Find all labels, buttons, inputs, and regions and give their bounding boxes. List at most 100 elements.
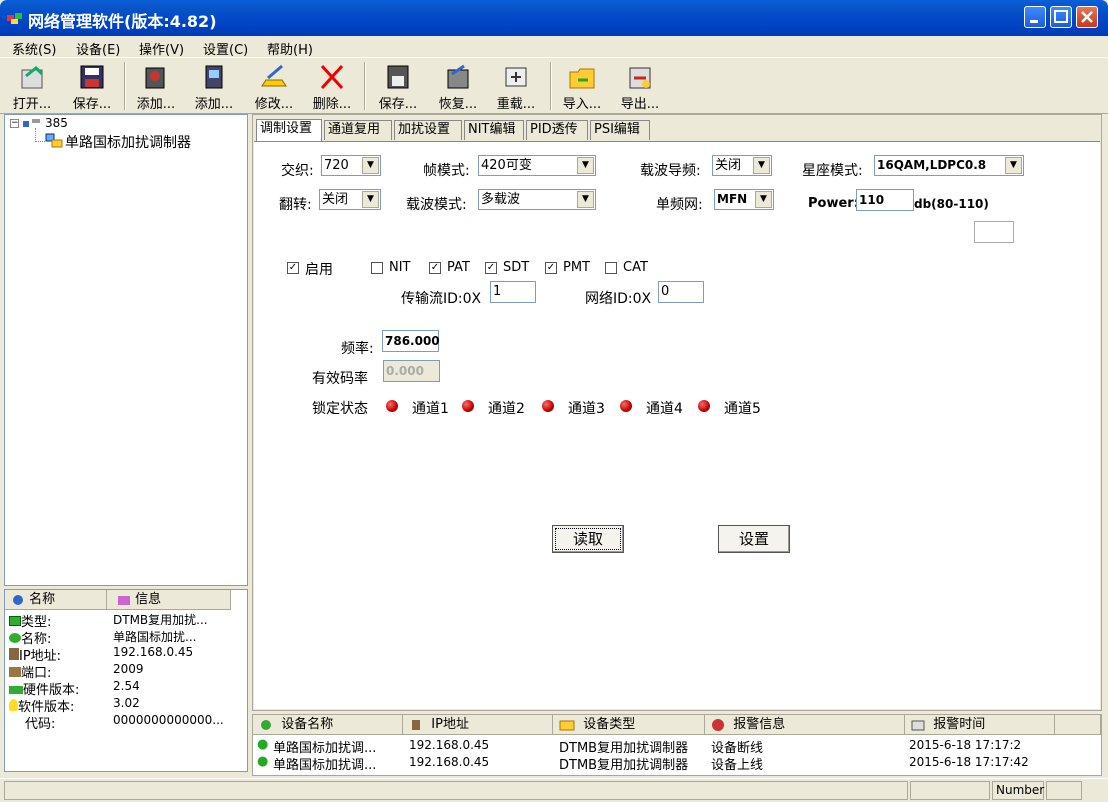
status-extra	[1046, 781, 1082, 800]
alarm-header-type[interactable]: 设备类型	[553, 715, 705, 735]
chevron-down-icon: ▼	[577, 191, 594, 208]
tab-nit[interactable]: NIT编辑	[464, 120, 524, 140]
nit-checkbox[interactable]	[371, 262, 383, 274]
ts-id-label: 传输流ID:0X	[401, 291, 482, 307]
device-add-icon	[145, 67, 165, 89]
alarm-header-message[interactable]: 报警信息	[705, 715, 905, 735]
channel-1-label: 通道1	[412, 401, 449, 417]
cat-checkbox[interactable]	[605, 262, 617, 274]
ts-id-input[interactable]: 1	[490, 281, 536, 303]
channel-4-label: 通道4	[646, 401, 683, 417]
alarm-row[interactable]: ● 单路国标加扰调... 192.168.0.45 DTMB复用加扰调制器 设备…	[253, 754, 1101, 773]
flip-select[interactable]: 关闭 ▼	[319, 189, 381, 210]
add-group-button[interactable]: 添加...	[188, 60, 240, 112]
enable-checkbox[interactable]: ✓	[287, 262, 299, 274]
name-icon	[9, 633, 21, 643]
cat-label: CAT	[623, 260, 648, 275]
sdt-checkbox[interactable]: ✓	[485, 262, 497, 274]
frequency-input[interactable]: 786.000	[382, 330, 440, 352]
tab-pid[interactable]: PID透传	[526, 120, 588, 140]
menu-system[interactable]: 系统(S)	[12, 39, 56, 58]
status-bar: Number	[0, 778, 1108, 802]
modulator-icon	[45, 133, 63, 148]
type-icon	[9, 616, 21, 626]
reload-button[interactable]: 重载...	[490, 60, 542, 112]
pat-checkbox[interactable]: ✓	[429, 262, 441, 274]
lightbulb-icon	[9, 699, 18, 711]
carrier-pilot-label: 载波导频:	[640, 163, 701, 179]
alarm-header-time[interactable]: 报警时间	[905, 715, 1055, 735]
save-file-button[interactable]: 保存...	[66, 60, 118, 112]
tab-multiplex[interactable]: 通道复用	[324, 120, 392, 140]
alarm-row-icon: ●	[257, 754, 269, 769]
open-icon	[21, 65, 44, 89]
tab-psi[interactable]: PSI编辑	[590, 120, 650, 140]
open-button[interactable]: 打开...	[6, 60, 58, 112]
blank-field[interactable]	[974, 221, 1014, 243]
status-blank	[910, 781, 990, 800]
chevron-down-icon: ▼	[753, 157, 770, 174]
alarm-row[interactable]: ● 单路国标加扰调... 192.168.0.45 DTMB复用加扰调制器 设备…	[253, 737, 1101, 756]
tree-collapse-toggle[interactable]: −	[10, 119, 19, 128]
frame-mode-label: 帧模式:	[423, 163, 470, 179]
tab-modulation[interactable]: 调制设置	[256, 119, 322, 141]
edit-icon	[261, 64, 287, 87]
read-button[interactable]: 读取	[552, 525, 624, 553]
pmt-label: PMT	[563, 260, 590, 275]
frame-mode-select[interactable]: 420可变 ▼	[478, 155, 596, 176]
device-save-icon	[387, 65, 409, 89]
menu-device[interactable]: 设备(E)	[76, 39, 120, 58]
menu-settings[interactable]: 设置(C)	[203, 39, 248, 58]
channel-5-led-icon	[698, 400, 710, 412]
alarm-icon	[712, 718, 724, 731]
close-icon	[1081, 11, 1093, 23]
delete-button[interactable]: 删除...	[306, 60, 358, 112]
info-row-hw-version: 硬件版本: 2.54	[9, 679, 140, 698]
carrier-mode-label: 载波模式:	[406, 197, 467, 213]
menu-operation[interactable]: 操作(V)	[139, 39, 184, 58]
pmt-checkbox[interactable]: ✓	[545, 262, 557, 274]
maximize-button[interactable]	[1050, 6, 1072, 28]
import-button[interactable]: 导入...	[556, 60, 608, 112]
tree-root-label[interactable]: 385	[45, 116, 68, 130]
ip-icon	[9, 648, 19, 660]
carrier-pilot-select[interactable]: 关闭 ▼	[712, 155, 772, 176]
modify-button[interactable]: 修改...	[248, 60, 300, 112]
clock-icon	[911, 720, 925, 730]
alarm-header-name[interactable]: 设备名称	[253, 715, 403, 735]
restore-button[interactable]: 恢复...	[432, 60, 484, 112]
book-icon	[118, 595, 130, 605]
device-tree: − 385 单路国标加扰调制器	[4, 114, 248, 586]
info-header-info[interactable]: 信息	[107, 590, 231, 610]
constellation-select[interactable]: 16QAM,LDPC0.8 ▼	[874, 155, 1024, 176]
close-button[interactable]	[1076, 6, 1098, 28]
info-row-sw-version: 软件版本: 3.02	[9, 696, 140, 715]
set-button[interactable]: 设置	[718, 525, 790, 553]
power-input[interactable]: 110	[856, 189, 914, 211]
carrier-mode-select[interactable]: 多载波 ▼	[478, 189, 596, 210]
window-title: 网络管理软件(版本:4.82)	[28, 12, 217, 31]
save-config-button[interactable]: 保存...	[372, 60, 424, 112]
info-header-name[interactable]: 名称	[5, 590, 107, 610]
export-button[interactable]: 导出...	[614, 60, 666, 112]
channel-3-label: 通道3	[568, 401, 605, 417]
info-icon	[13, 594, 23, 605]
network-icon	[23, 119, 40, 127]
title-bar[interactable]: 网络管理软件(版本:4.82)	[0, 0, 1108, 36]
tab-scramble[interactable]: 加扰设置	[394, 120, 462, 140]
type-icon	[559, 720, 575, 730]
add-device-button[interactable]: 添加...	[130, 60, 182, 112]
port-icon	[9, 667, 21, 677]
interleave-select[interactable]: 720 ▼	[321, 155, 381, 176]
menu-help[interactable]: 帮助(H)	[267, 39, 313, 58]
alarm-header-ip[interactable]: IP地址	[403, 715, 553, 735]
app-icon	[7, 13, 22, 24]
minimize-button[interactable]	[1024, 6, 1046, 28]
tree-item-modulator[interactable]: 单路国标加扰调制器	[65, 132, 191, 152]
network-id-input[interactable]: 0	[658, 281, 704, 303]
sfn-select[interactable]: MFN ▼	[714, 189, 774, 210]
chevron-down-icon: ▼	[1005, 157, 1022, 174]
sfn-label: 单频网:	[656, 197, 703, 213]
toolbar: 打开... 保存... 添加... 添加... 修改... 删除... 保存..…	[0, 58, 1108, 114]
channel-5-label: 通道5	[724, 401, 761, 417]
